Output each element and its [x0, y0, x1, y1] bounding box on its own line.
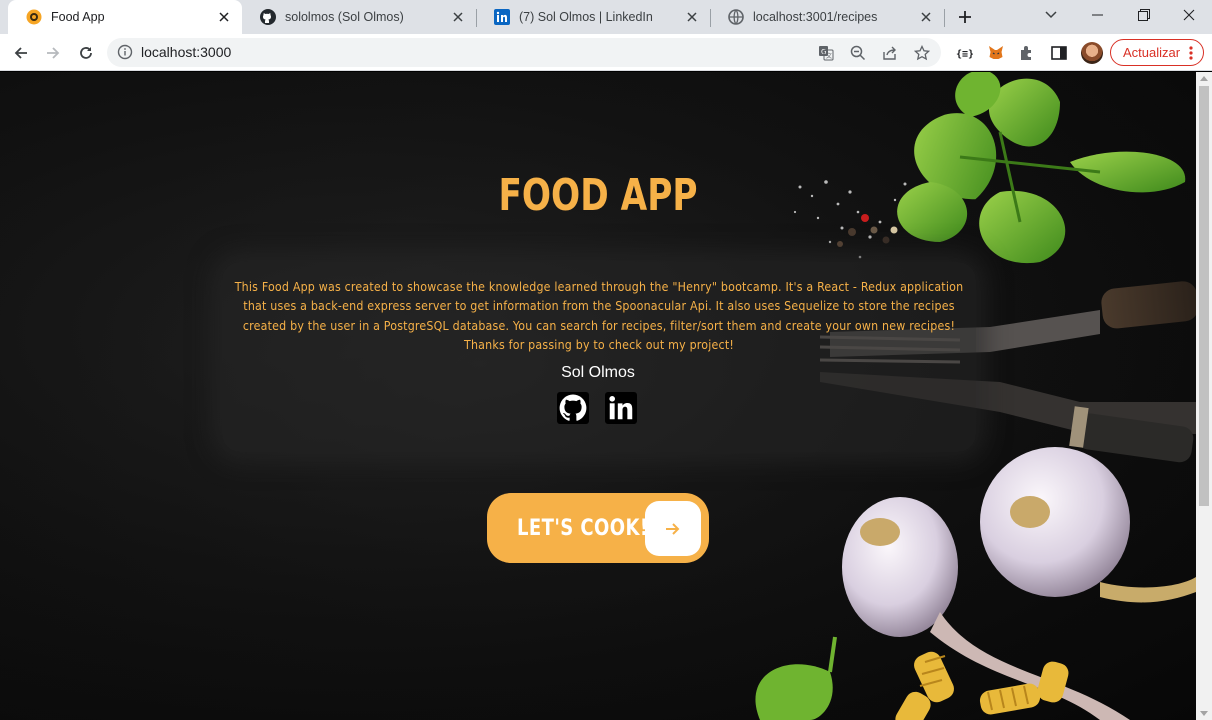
extensions-icon[interactable]: [1018, 44, 1036, 62]
linkedin-link[interactable]: [605, 392, 637, 424]
about-description: This Food App was created to showcase th…: [234, 280, 964, 352]
json-viewer-icon[interactable]: {≡}: [955, 44, 973, 62]
tab-search-button[interactable]: [1028, 0, 1074, 30]
back-button[interactable]: [8, 40, 34, 66]
arrow-left-icon: [14, 47, 27, 59]
plus-icon: [959, 11, 971, 23]
restore-icon: [1138, 9, 1150, 21]
more-menu-icon: [1189, 46, 1193, 60]
scroll-up-arrow-icon[interactable]: [1200, 76, 1208, 81]
tab-localhost-recipes[interactable]: localhost:3001/recipes: [710, 0, 944, 34]
close-icon[interactable]: [216, 9, 232, 25]
translate-icon[interactable]: G文: [817, 44, 835, 62]
tab-divider: [944, 9, 945, 27]
landing-page: FOOD APP This Food App was created to sh…: [0, 72, 1196, 720]
metamask-icon[interactable]: [987, 44, 1005, 62]
update-button[interactable]: Actualizar: [1110, 39, 1204, 66]
linkedin-icon: [494, 9, 510, 25]
forward-button[interactable]: [40, 40, 66, 66]
lets-cook-button[interactable]: LET'S COOK!: [487, 493, 709, 563]
tab-linkedin[interactable]: (7) Sol Olmos | LinkedIn: [476, 0, 710, 34]
globe-icon: [728, 9, 744, 25]
tab-title: localhost:3001/recipes: [753, 10, 878, 24]
zoom-icon[interactable]: [849, 44, 867, 62]
github-icon: [559, 394, 587, 421]
profile-avatar[interactable]: [1081, 42, 1103, 64]
minimize-icon: [1092, 14, 1103, 16]
github-icon: [260, 9, 276, 25]
browser-toolbar: localhost:3000 G文 {≡} Actualizar: [0, 34, 1212, 71]
arrow-right-icon: [47, 47, 60, 59]
side-panel-icon[interactable]: [1050, 44, 1068, 62]
svg-text:文: 文: [826, 52, 832, 60]
tab-title: (7) Sol Olmos | LinkedIn: [519, 10, 653, 24]
linkedin-icon: [609, 396, 633, 420]
github-link[interactable]: [557, 392, 589, 424]
cta-arrow-box[interactable]: [645, 501, 701, 556]
scrollbar-thumb[interactable]: [1199, 86, 1209, 506]
tab-food-app[interactable]: Food App: [8, 0, 242, 34]
restore-button[interactable]: [1121, 0, 1167, 30]
food-app-icon: [26, 9, 42, 25]
close-icon: [1183, 9, 1195, 21]
star-icon[interactable]: [913, 44, 931, 62]
chevron-down-icon: [1045, 11, 1057, 19]
svg-text:{≡}: {≡}: [956, 49, 973, 60]
new-tab-button[interactable]: [954, 6, 976, 28]
address-bar[interactable]: localhost:3000 G文: [107, 38, 941, 67]
page-scrollbar[interactable]: [1196, 72, 1212, 720]
minimize-button[interactable]: [1075, 0, 1121, 30]
close-icon[interactable]: [450, 9, 466, 25]
reload-icon: [80, 47, 92, 59]
page-title: FOOD APP: [498, 170, 698, 221]
arrow-right-icon: [666, 522, 680, 535]
share-icon[interactable]: [881, 44, 899, 62]
tab-github[interactable]: sololmos (Sol Olmos): [242, 0, 476, 34]
close-icon[interactable]: [684, 9, 700, 25]
update-label: Actualizar: [1123, 45, 1181, 60]
reload-button[interactable]: [73, 40, 99, 66]
close-window-button[interactable]: [1166, 0, 1212, 30]
tab-strip: Food App sololmos (Sol Olmos) (7) Sol Ol…: [0, 0, 1212, 34]
tab-title: Food App: [51, 10, 105, 24]
address-text: localhost:3000: [141, 44, 232, 60]
author-name: Sol Olmos: [561, 364, 635, 381]
info-icon[interactable]: [117, 44, 133, 60]
scroll-down-arrow-icon[interactable]: [1200, 711, 1208, 716]
cta-label: LET'S COOK!: [517, 515, 649, 541]
tab-title: sololmos (Sol Olmos): [285, 10, 404, 24]
close-icon[interactable]: [918, 9, 934, 25]
